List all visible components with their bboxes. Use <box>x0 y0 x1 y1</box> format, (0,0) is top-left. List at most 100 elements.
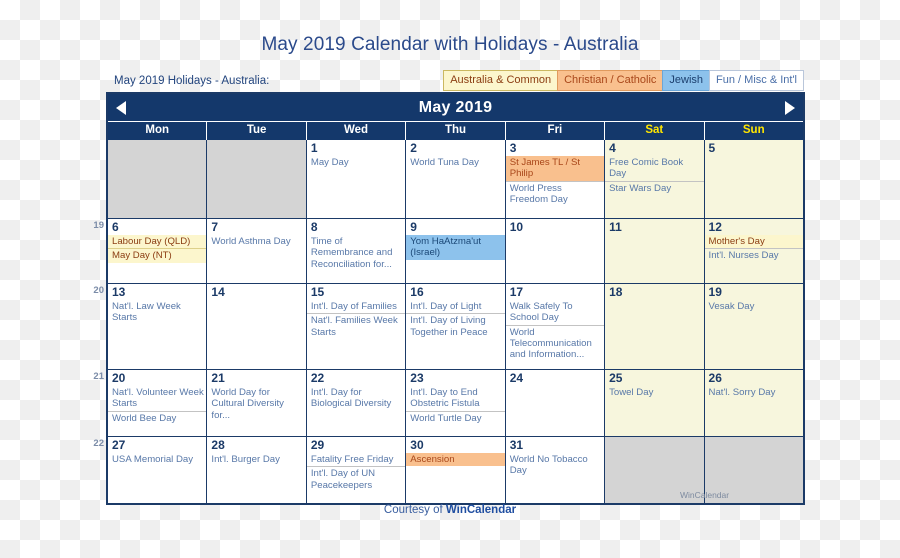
calendar-day-cell[interactable]: 1 May Day <box>306 140 407 218</box>
prev-month-button[interactable] <box>108 100 134 115</box>
event-item[interactable]: May Day (NT) <box>108 248 207 263</box>
day-number: 5 <box>708 141 716 155</box>
event-item[interactable]: Labour Day (QLD) <box>108 235 207 249</box>
event-item[interactable]: May Day <box>307 156 405 169</box>
event-list: Int'l. Day for Biological Diversity <box>307 386 405 411</box>
calendar-day-cell[interactable]: 26 Nat'l. Sorry Day <box>704 370 803 436</box>
day-name-sat: Sat <box>605 122 705 140</box>
calendar-day-cell[interactable]: 15 Int'l. Day of Families Nat'l. Families … <box>306 284 407 369</box>
event-item[interactable]: Fatality Free Friday <box>307 453 405 466</box>
calendar-day-cell[interactable]: 29 Fatality Free Friday Int'l. Day of UN P… <box>306 437 407 503</box>
day-number: 29 <box>310 438 325 452</box>
event-item[interactable]: World Asthma Day <box>207 235 305 248</box>
calendar-day-cell[interactable]: 12 Mother's Day Int'l. Nurses Day <box>704 219 803 283</box>
calendar-day-cell[interactable]: 20 Nat'l. Volunteer Week Starts World Bee … <box>108 370 208 436</box>
event-list: Fatality Free Friday Int'l. Day of UN Pea… <box>306 453 406 492</box>
event-item[interactable]: Mother's Day <box>704 235 803 249</box>
event-item[interactable]: World Tuna Day <box>406 156 504 169</box>
calendar-day-cell[interactable]: 10 <box>505 219 606 283</box>
event-item[interactable]: Int'l. Burger Day <box>207 453 305 466</box>
event-item[interactable]: World Day for Cultural Diversity for... <box>207 386 305 422</box>
event-item[interactable]: Int'l. Nurses Day <box>704 248 803 262</box>
day-number: 14 <box>211 285 225 299</box>
week-row: 21 20 Nat'l. Volunteer Week Starts World Be… <box>93 369 803 436</box>
event-list: Int'l. Day of Families Nat'l. Families We… <box>306 300 406 339</box>
calendar-day-cell[interactable]: 13 Nat'l. Law Week Starts <box>108 284 208 369</box>
week-row: 20 13 Nat'l. Law Week Starts 14 15 Int'l. Day… <box>93 283 803 369</box>
event-list: Free Comic Book Day Star Wars Day <box>605 156 704 195</box>
day-number: 24 <box>509 371 524 385</box>
calendar-day-cell[interactable]: 19 Vesak Day <box>704 284 803 369</box>
event-item[interactable]: Int'l. Day for Biological Diversity <box>307 386 405 411</box>
day-number: 28 <box>211 438 225 452</box>
event-item[interactable]: USA Memorial Day <box>108 453 206 466</box>
event-list: Nat'l. Volunteer Week Starts World Bee Da… <box>108 386 207 425</box>
calendar-day-cell[interactable]: 27 USA Memorial Day <box>108 437 208 503</box>
event-item[interactable]: Walk Safely To School Day <box>506 300 604 325</box>
legend-chip-aus[interactable]: Australia & Common <box>443 70 559 91</box>
calendar-day-cell[interactable]: 31 World No Tobacco Day <box>505 437 606 503</box>
calendar-day-cell[interactable]: 14 <box>207 284 307 369</box>
calendar-day-cell[interactable]: 7 World Asthma Day <box>207 219 307 283</box>
event-list: World Asthma Day <box>207 235 305 248</box>
event-item[interactable]: Nat'l. Volunteer Week Starts <box>108 386 206 411</box>
calendar: May 2019 Mon Tue Wed Thu Fri Sat Sun 1 May Day 2… <box>93 92 805 505</box>
event-item[interactable]: Int'l. Day of Light <box>406 300 504 313</box>
event-item[interactable]: Int'l. Day of UN Peacekeepers <box>306 466 406 492</box>
calendar-day-cell[interactable]: 18 <box>605 284 705 369</box>
next-month-button[interactable] <box>777 100 803 115</box>
day-number: 18 <box>609 285 623 299</box>
calendar-day-cell[interactable]: 11 <box>605 219 705 283</box>
day-number: 15 <box>310 285 325 299</box>
calendar-day-cell[interactable]: 3 St James TL / St Philip World Press Free… <box>505 140 606 218</box>
event-list: Nat'l. Law Week Starts <box>108 300 206 325</box>
calendar-day-cell[interactable]: 22 Int'l. Day for Biological Diversity <box>306 370 407 436</box>
calendar-day-cell[interactable]: 30 Ascension <box>406 437 506 503</box>
event-item[interactable]: Int'l. Day to End Obstetric Fistula <box>406 386 504 411</box>
page-title: May 2019 Calendar with Holidays - Austra… <box>261 34 639 55</box>
event-item[interactable]: World Bee Day <box>108 410 207 425</box>
calendar-day-cell[interactable]: 28 Int'l. Burger Day <box>207 437 307 503</box>
calendar-day-cell[interactable]: 8 Time of Remembrance and Reconciliation … <box>306 219 407 283</box>
calendar-day-cell[interactable]: 4 Free Comic Book Day Star Wars Day <box>605 140 705 218</box>
event-item[interactable]: Int'l. Day of Families <box>307 300 405 313</box>
event-item[interactable]: World Telecommunication and Information.… <box>505 324 605 362</box>
event-item[interactable]: Time of Remembrance and Reconciliation f… <box>307 235 405 271</box>
calendar-day-cell[interactable]: 25 Towel Day <box>605 370 705 436</box>
event-item[interactable]: World Turtle Day <box>406 410 505 425</box>
event-item[interactable]: Ascension <box>406 453 505 467</box>
event-item[interactable]: Free Comic Book Day <box>605 156 703 181</box>
event-item[interactable]: St James TL / St Philip <box>505 156 605 181</box>
calendar-day-cell[interactable]: 9 Yom HaAtzma'ut (Israel) <box>406 219 506 283</box>
event-list: World Tuna Day <box>406 156 504 169</box>
calendar-day-cell[interactable]: 24 <box>505 370 606 436</box>
event-item[interactable]: World No Tobacco Day <box>506 453 604 478</box>
calendar-day-cell[interactable]: 2 World Tuna Day <box>406 140 506 218</box>
event-item[interactable]: World Press Freedom Day <box>505 180 605 207</box>
calendar-day-cell[interactable]: 17 Walk Safely To School Day World Telecom… <box>505 284 606 369</box>
event-item[interactable]: Nat'l. Families Week Starts <box>306 313 406 339</box>
event-item[interactable]: Star Wars Day <box>605 180 704 195</box>
day-number: 9 <box>410 220 417 234</box>
event-item[interactable]: Int'l. Day of Living Together in Peace <box>406 313 505 339</box>
calendar-day-cell[interactable]: 6 Labour Day (QLD) May Day (NT) <box>108 219 208 283</box>
calendar-day-cell[interactable]: 21 World Day for Cultural Diversity for..… <box>207 370 307 436</box>
event-list: World Day for Cultural Diversity for... <box>207 386 305 422</box>
event-item[interactable]: Yom HaAtzma'ut (Israel) <box>406 235 505 260</box>
calendar-day-cell[interactable]: 23 Int'l. Day to End Obstetric Fistula Wor… <box>406 370 506 436</box>
event-item[interactable]: Nat'l. Law Week Starts <box>108 300 206 325</box>
event-list: Time of Remembrance and Reconciliation f… <box>307 235 405 271</box>
day-number: 10 <box>509 220 524 234</box>
legend-chip-jew[interactable]: Jewish <box>662 70 711 91</box>
legend-chip-fun[interactable]: Fun / Misc & Int'l <box>709 70 804 91</box>
event-item[interactable]: Towel Day <box>605 386 703 399</box>
calendar-day-cell[interactable]: 5 <box>704 140 803 218</box>
day-number: 13 <box>112 285 126 299</box>
calendar-day-cell[interactable]: 16 Int'l. Day of Light Int'l. Day of Livin… <box>406 284 506 369</box>
day-number: 3 <box>509 141 517 155</box>
event-item[interactable]: Vesak Day <box>705 300 803 313</box>
day-number: 7 <box>211 220 219 234</box>
day-name-wed: Wed <box>307 122 407 140</box>
legend-chip-chr[interactable]: Christian / Catholic <box>557 70 664 91</box>
event-item[interactable]: Nat'l. Sorry Day <box>705 386 803 399</box>
